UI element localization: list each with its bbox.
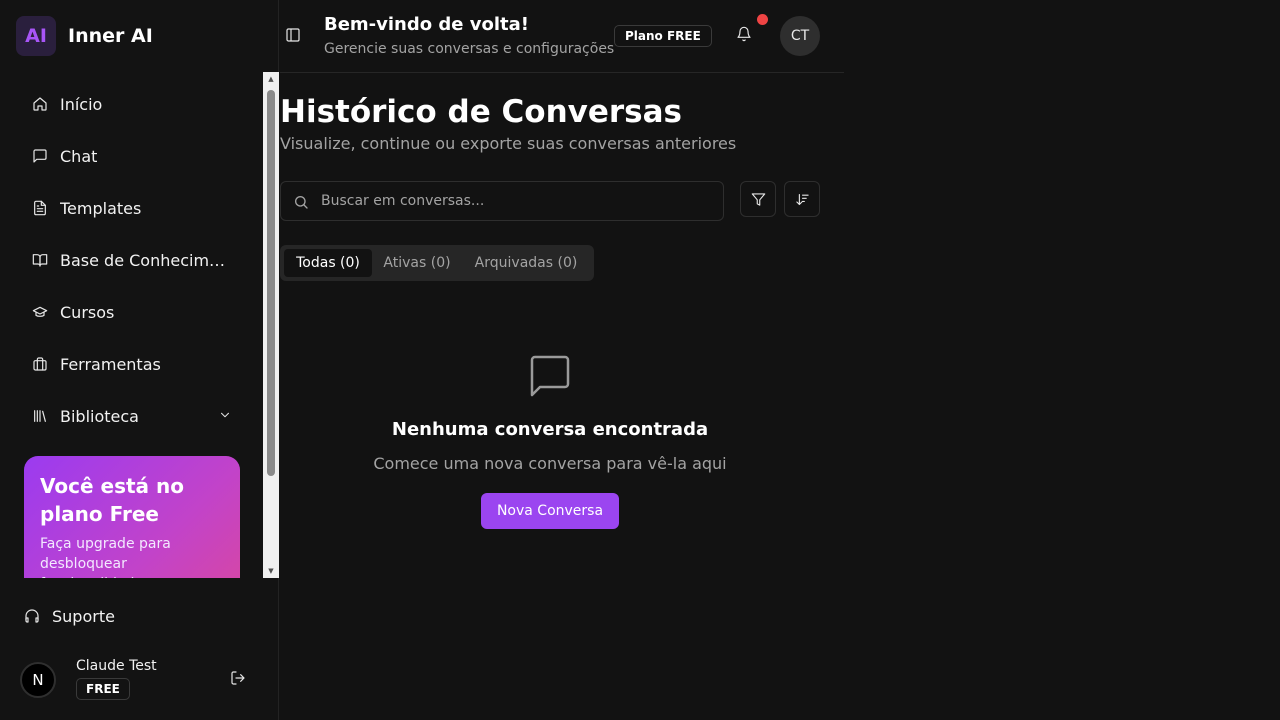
message-square-icon [33, 149, 47, 163]
scrollbar-thumb[interactable] [267, 90, 275, 476]
message-square-icon [528, 355, 572, 397]
page-subtitle: Visualize, continue ou exporte suas conv… [280, 134, 737, 153]
user-profile: N Claude Test FREE [20, 656, 260, 704]
sidebar-item-templates[interactable]: Templates [16, 188, 248, 228]
sort-button[interactable] [784, 181, 820, 217]
avatar[interactable]: N [20, 662, 56, 698]
logout-icon [231, 671, 245, 685]
page-title: Histórico de Conversas [280, 94, 682, 130]
sort-descending-icon [795, 193, 809, 205]
empty-state-title: Nenhuma conversa encontrada [391, 419, 709, 440]
filter-icon [751, 192, 765, 206]
sidebar-item-biblioteca[interactable]: Biblioteca [16, 396, 248, 436]
scroll-down-arrow-icon[interactable]: ▼ [263, 564, 279, 578]
panel-left-icon [286, 28, 300, 42]
library-icon [34, 410, 46, 422]
sidebar-item-label: Ferramentas [60, 354, 161, 374]
search-icon [295, 196, 308, 209]
headphones-icon [25, 609, 39, 623]
sidebar-scrollbar[interactable]: ▲ ▼ [263, 72, 279, 578]
sidebar-item-ferramentas[interactable]: Ferramentas [16, 344, 248, 384]
sidebar: AI Inner AI Início Chat Templates Base d… [0, 0, 279, 720]
tab-arquivadas[interactable]: Arquivadas (0) [462, 249, 590, 277]
top-header: Bem-vindo de volta! Gerencie suas conver… [280, 0, 844, 73]
conversation-tabs: Todas (0) Ativas (0) Arquivadas (0) [280, 245, 594, 281]
sidebar-nav: Início Chat Templates Base de Conhecimen… [0, 72, 279, 578]
sidebar-item-label: Biblioteca [60, 406, 139, 426]
new-conversation-button[interactable]: Nova Conversa [481, 493, 619, 529]
app-root: AI Inner AI Início Chat Templates Base d… [0, 0, 1280, 720]
sidebar-item-label: Base de Conhecimento [60, 250, 228, 270]
support-link[interactable]: Suporte [16, 596, 115, 636]
notifications-button[interactable] [736, 26, 756, 46]
home-icon [33, 97, 47, 111]
plan-badge[interactable]: Plano FREE [614, 25, 712, 47]
filter-button[interactable] [740, 181, 776, 217]
welcome-title: Bem-vindo de volta! [324, 14, 529, 35]
user-name: Claude Test [76, 658, 157, 674]
sidebar-toggle-button[interactable] [285, 27, 303, 45]
sidebar-item-label: Chat [60, 146, 98, 166]
logout-button[interactable] [230, 670, 248, 688]
sidebar-item-label: Cursos [60, 302, 115, 322]
sidebar-item-base-de-conhecimento[interactable]: Base de Conhecimento [16, 240, 248, 280]
brand[interactable]: AI Inner AI [16, 16, 153, 56]
tab-ativas[interactable]: Ativas (0) [376, 249, 458, 277]
welcome-subtitle: Gerencie suas conversas e configurações [324, 41, 615, 57]
tab-todas[interactable]: Todas (0) [284, 249, 372, 277]
scroll-up-arrow-icon[interactable]: ▲ [263, 72, 279, 86]
search-input[interactable] [321, 182, 717, 220]
app-name: Inner AI [68, 25, 153, 47]
support-label: Suporte [52, 606, 115, 626]
upgrade-card[interactable]: Você está no plano Free Faça upgrade par… [24, 456, 240, 578]
sidebar-item-inicio[interactable]: Início [16, 84, 248, 124]
briefcase-icon [33, 357, 47, 371]
upgrade-subtitle: Faça upgrade para desbloquear funcionali… [40, 536, 171, 578]
avatar[interactable]: CT [780, 16, 820, 56]
sidebar-item-chat[interactable]: Chat [16, 136, 248, 176]
bell-icon [737, 26, 751, 42]
logo-badge: AI [16, 16, 56, 56]
file-text-icon [34, 200, 46, 216]
user-plan-badge: FREE [76, 678, 130, 700]
search-box [280, 181, 724, 221]
graduation-cap-icon [32, 306, 48, 317]
sidebar-item-cursos[interactable]: Cursos [16, 292, 248, 332]
notification-dot [757, 14, 768, 25]
sidebar-item-label: Templates [60, 198, 142, 218]
sidebar-item-label: Início [60, 94, 103, 114]
chevron-down-icon[interactable] [218, 408, 232, 422]
upgrade-title: Você está no plano Free [40, 474, 184, 526]
book-open-icon [32, 254, 48, 267]
empty-state-subtitle: Comece uma nova conversa para vê-la aqui [373, 454, 727, 473]
